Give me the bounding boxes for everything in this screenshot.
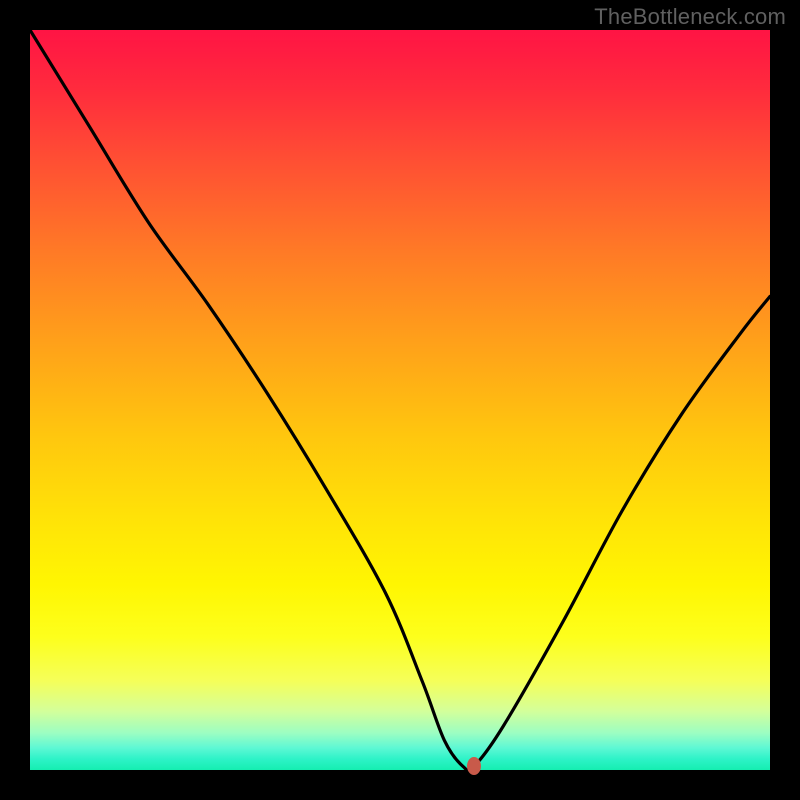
curve-svg [30,30,770,770]
optimal-point-marker [467,757,481,775]
bottleneck-curve [30,30,770,771]
chart-frame: TheBottleneck.com [0,0,800,800]
watermark-text: TheBottleneck.com [594,4,786,30]
plot-area [30,30,770,770]
